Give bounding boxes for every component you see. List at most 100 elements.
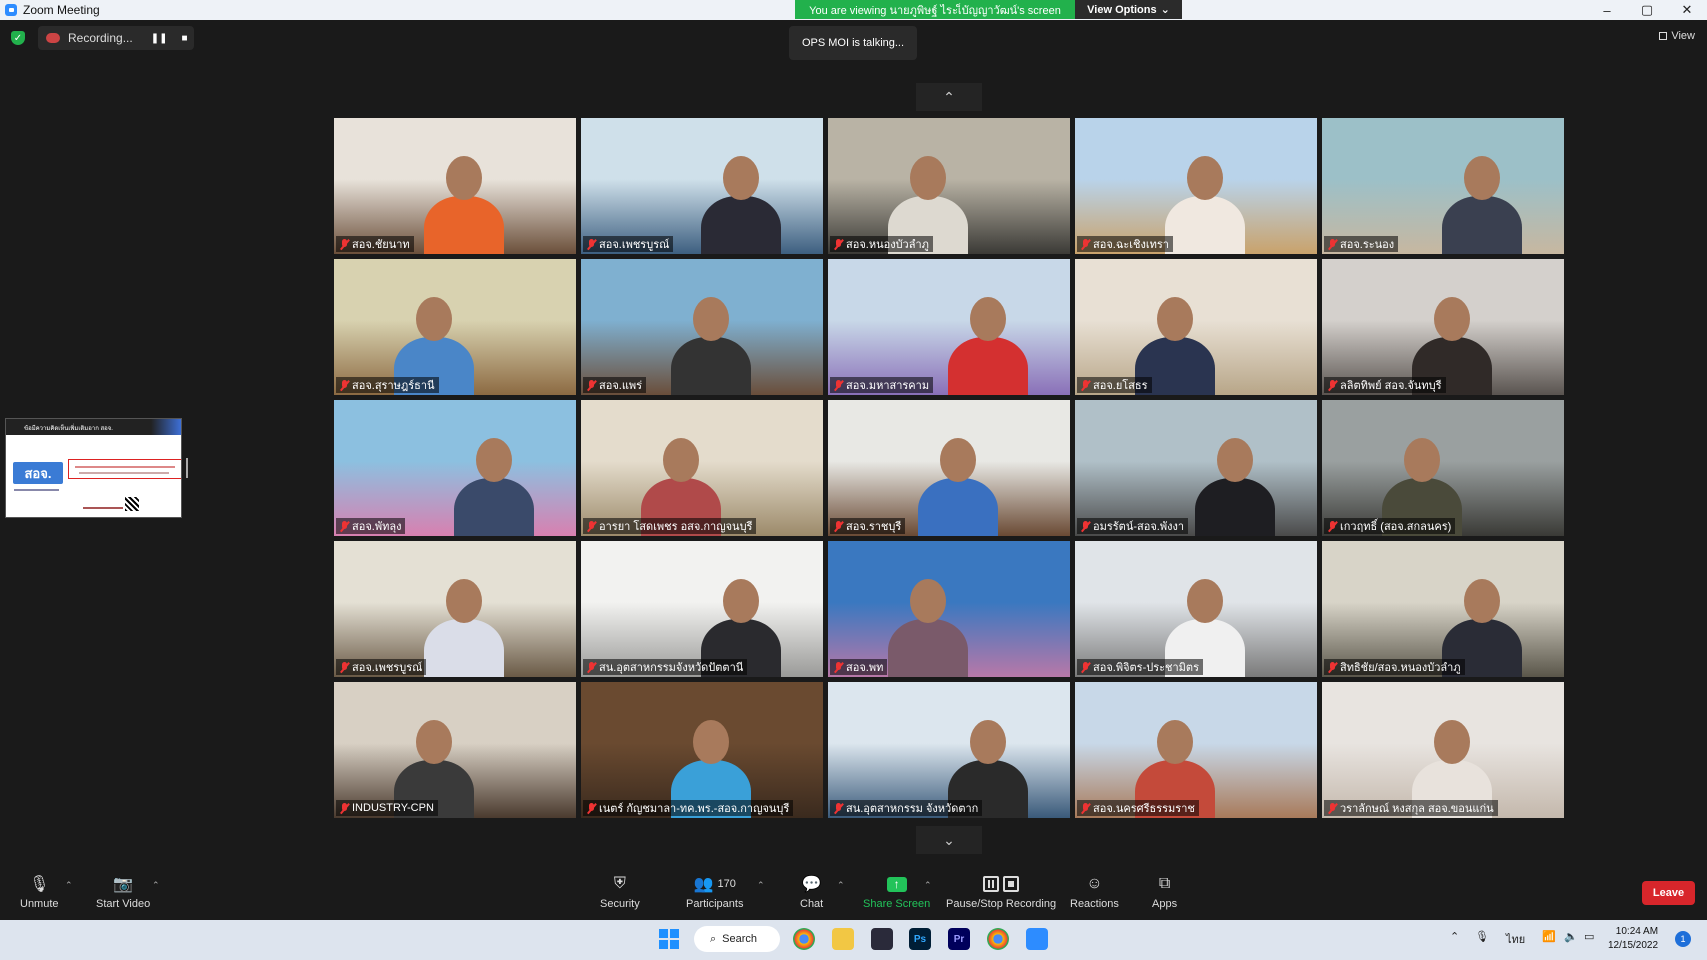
view-button[interactable]: View — [1659, 30, 1695, 42]
shared-screen-subtext — [14, 489, 59, 491]
tray-overflow-icon[interactable]: ⌃ — [1450, 930, 1459, 943]
participant-video-tile[interactable]: เกวฤทธิ์ (สอจ.สกลนคร) — [1322, 400, 1564, 536]
participant-name: สอจ.ระนอง — [1340, 239, 1395, 251]
chrome-icon[interactable] — [793, 928, 815, 950]
participant-video-tile[interactable]: วราลักษณ์ หงสกุล สอจ.ขอนแก่น — [1322, 682, 1564, 818]
view-options-button[interactable]: View Options ⌄ — [1075, 0, 1182, 19]
zoom-meeting-window: Zoom Meeting – ▢ ✕ You are viewing นายภู… — [0, 0, 1707, 960]
pause-recording-button[interactable]: ❚❚ — [151, 33, 168, 44]
participant-name: สอจ.ยโสธร — [1093, 380, 1148, 392]
participant-name: สอจ.มหาสารคาม — [846, 380, 930, 392]
language-indicator[interactable]: ไทย — [1506, 930, 1525, 948]
mic-muted-icon — [587, 661, 596, 673]
battery-icon[interactable]: ▭ — [1584, 930, 1594, 943]
taskbar-clock[interactable]: 10:24 AM 12/15/2022 — [1608, 925, 1658, 953]
shared-screen-logo: สอจ. — [13, 462, 63, 484]
participants-caret-icon[interactable]: ⌃ — [757, 880, 765, 891]
participant-silhouette — [424, 619, 504, 677]
mic-muted-icon — [1328, 802, 1337, 814]
minimize-button[interactable]: – — [1587, 0, 1627, 20]
pause-stop-recording-button[interactable]: Pause/Stop Recording — [946, 874, 1056, 910]
participant-video-tile[interactable]: สน.อุตสาหกรรม จังหวัดตาก — [828, 682, 1070, 818]
participant-video-tile[interactable]: สอจ.ระนอง — [1322, 118, 1564, 254]
participant-video-tile[interactable]: สอจ.ฉะเชิงเทรา — [1075, 118, 1317, 254]
recording-label: Recording... — [68, 31, 133, 45]
audio-options-caret-icon[interactable]: ⌃ — [65, 880, 73, 891]
participant-silhouette — [701, 196, 781, 254]
share-screen-button[interactable]: ↑ Share Screen — [863, 874, 930, 910]
start-video-label: Start Video — [96, 898, 151, 910]
mic-muted-icon — [587, 802, 596, 814]
participant-video-tile[interactable]: สอจ.แพร่ — [581, 259, 823, 395]
mic-muted-icon — [1328, 379, 1337, 391]
participants-button[interactable]: 👥 170 Participants — [686, 874, 743, 910]
chat-button[interactable]: 💬 Chat — [800, 874, 823, 910]
thumbnail-resize-handle[interactable] — [186, 458, 188, 478]
encryption-shield-icon[interactable]: ✓ — [11, 31, 25, 45]
participant-video-tile[interactable]: สอจ.ราชบุรี — [828, 400, 1070, 536]
participant-head — [910, 156, 946, 200]
reactions-button[interactable]: ☺ Reactions — [1070, 874, 1119, 910]
participant-video-tile[interactable]: สอจ.สุราษฎร์ธานี — [334, 259, 576, 395]
taskbar-search[interactable]: ⌕ Search — [694, 926, 780, 952]
participant-video-tile[interactable]: INDUSTRY-CPN — [334, 682, 576, 818]
premiere-icon[interactable]: Pr — [948, 928, 970, 950]
wifi-icon[interactable]: 📶 — [1542, 930, 1556, 943]
share-screen-caret-icon[interactable]: ⌃ — [924, 880, 932, 891]
participant-name-label: สอจ.มหาสารคาม — [830, 377, 934, 393]
participant-video-tile[interactable]: สน.อุตสาหกรรมจังหวัดปัตตานี — [581, 541, 823, 677]
participants-count: 170 — [717, 878, 736, 890]
video-options-caret-icon[interactable]: ⌃ — [152, 880, 160, 891]
participant-video-tile[interactable]: สอจ.พท — [828, 541, 1070, 677]
start-video-button[interactable]: 📷 Start Video — [96, 874, 150, 910]
stop-recording-button[interactable]: ■ — [181, 33, 187, 44]
chat-caret-icon[interactable]: ⌃ — [837, 880, 845, 891]
participant-name-label: สอจ.พัทลุง — [336, 518, 406, 534]
leave-button[interactable]: Leave — [1642, 881, 1695, 905]
participant-video-tile[interactable]: สอจ.นครศรีธรรมราช — [1075, 682, 1317, 818]
view-options-label: View Options — [1087, 3, 1157, 16]
apps-button[interactable]: ⧉ Apps — [1152, 874, 1177, 910]
participant-video-tile[interactable]: สอจ.ยโสธร — [1075, 259, 1317, 395]
chrome-profile-icon[interactable] — [987, 928, 1009, 950]
participant-silhouette — [454, 478, 534, 536]
file-explorer-icon[interactable] — [832, 928, 854, 950]
zoom-taskbar-icon[interactable] — [1026, 928, 1048, 950]
davinci-resolve-icon[interactable] — [871, 928, 893, 950]
participant-video-tile[interactable]: สอจ.หนองบัวลำภู — [828, 118, 1070, 254]
participant-name: สน.อุตสาหกรรมจังหวัดปัตตานี — [599, 662, 744, 674]
shared-screen-thumbnail[interactable]: ข้อมีความคิดเห็นเพิ่มเติมอาก สอจ. สอจ. — [5, 418, 182, 518]
participant-video-tile[interactable]: สอจ.เพชรบูรณ์ — [334, 541, 576, 677]
mic-muted-icon — [1081, 238, 1090, 250]
mic-muted-icon — [834, 238, 843, 250]
page-down-button[interactable]: ⌄ — [916, 826, 982, 854]
participant-video-tile[interactable]: เนตร์ กัญชมาลา-ทค.พร.-สอจ.กาญจนบุรี — [581, 682, 823, 818]
participant-video-tile[interactable]: สอจ.มหาสารคาม — [828, 259, 1070, 395]
microphone-muted-icon: 🎙 — [29, 876, 50, 893]
participant-video-tile[interactable]: สิทธิชัย/สอจ.หนองบัวลำภู — [1322, 541, 1564, 677]
participant-name: สอจ.หนองบัวลำภู — [846, 239, 929, 251]
microphone-tray-icon[interactable]: 🎙 — [1475, 930, 1489, 943]
participant-video-tile[interactable]: อารยา โสดเพชร อสจ.กาญจนบุรี — [581, 400, 823, 536]
notification-badge[interactable]: 1 — [1675, 931, 1691, 947]
participant-name-label: สอจ.ระนอง — [1324, 236, 1399, 252]
unmute-button[interactable]: 🎙 Unmute — [20, 874, 59, 910]
participant-video-tile[interactable]: ลลิตทิพย์ สอจ.จันทบุรี — [1322, 259, 1564, 395]
security-button[interactable]: ⛨ Security — [600, 874, 640, 910]
maximize-button[interactable]: ▢ — [1627, 0, 1667, 20]
volume-icon[interactable]: 🔈 — [1564, 930, 1578, 943]
mic-muted-icon — [1081, 661, 1090, 673]
mic-muted-icon — [834, 661, 843, 673]
windows-start-icon[interactable] — [659, 929, 679, 949]
participant-head — [446, 156, 482, 200]
participant-video-tile[interactable]: สอจ.พัทลุง — [334, 400, 576, 536]
participant-video-tile[interactable]: สอจ.เพชรบูรณ์ — [581, 118, 823, 254]
participant-video-tile[interactable]: สอจ.พิจิตร-ประชามิตร — [1075, 541, 1317, 677]
page-up-button[interactable]: ⌃ — [916, 83, 982, 111]
participant-video-tile[interactable]: อมรรัตน์-สอจ.พังงา — [1075, 400, 1317, 536]
close-button[interactable]: ✕ — [1667, 0, 1707, 20]
photoshop-icon[interactable]: Ps — [909, 928, 931, 950]
participant-video-tile[interactable]: สอจ.ชัยนาท — [334, 118, 576, 254]
participant-name-label: อารยา โสดเพชร อสจ.กาญจนบุรี — [583, 518, 757, 534]
participant-name: สอจ.ฉะเชิงเทรา — [1093, 239, 1169, 251]
